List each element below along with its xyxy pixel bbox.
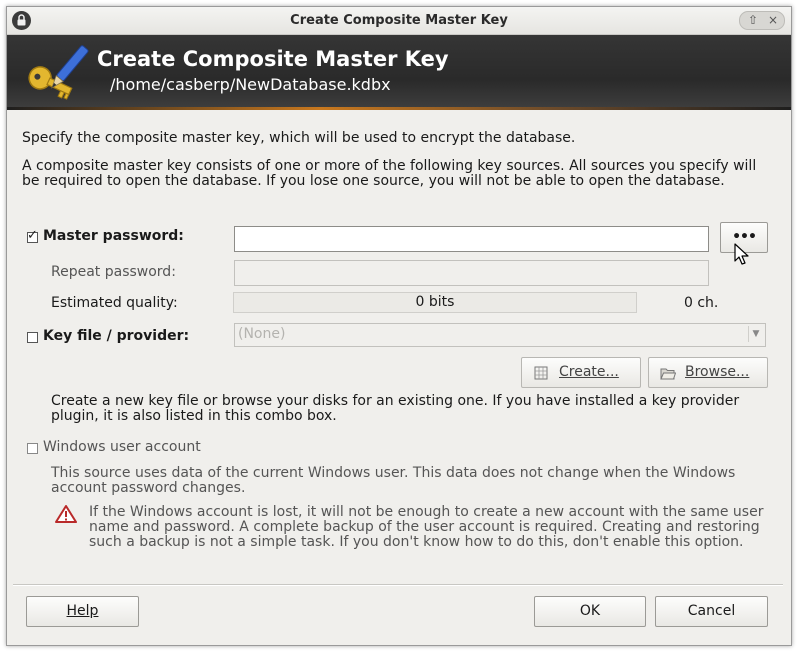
master-password-label[interactable]: Master password: xyxy=(43,228,184,244)
key-file-help-2: plugin, it is also listed in this combo … xyxy=(51,408,337,424)
windows-user-desc-2: account password changes. xyxy=(51,480,246,496)
create-key-file-button[interactable]: Create... xyxy=(521,357,641,388)
windows-user-label[interactable]: Windows user account xyxy=(43,439,201,455)
banner-title: Create Composite Master Key xyxy=(97,47,449,71)
chevron-down-icon: ▼ xyxy=(748,326,763,342)
intro-text-2a: A composite master key consists of one o… xyxy=(22,158,757,174)
help-button-label: Help xyxy=(66,603,99,619)
dialog-window: Create Composite Master Key ⇧ × Create C… xyxy=(6,6,792,646)
header-banner: Create Composite Master Key /home/casber… xyxy=(7,35,791,110)
ok-button[interactable]: OK xyxy=(534,596,646,627)
character-count: 0 ch. xyxy=(684,295,719,311)
intro-text: Specify the composite master key, which … xyxy=(22,130,576,146)
estimated-quality-label: Estimated quality: xyxy=(51,295,178,311)
browse-button-label: Browse... xyxy=(685,364,750,380)
window-title: Create Composite Master Key xyxy=(290,13,508,28)
windows-user-checkbox[interactable] xyxy=(27,443,38,454)
title-bar[interactable]: Create Composite Master Key ⇧ × xyxy=(7,7,791,35)
warning-text-1: If the Windows account is lost, it will … xyxy=(89,504,764,520)
close-button[interactable]: × xyxy=(768,13,778,27)
key-file-selected: (None) xyxy=(238,326,286,342)
cancel-button[interactable]: Cancel xyxy=(655,596,768,627)
database-path: /home/casberp/NewDatabase.kdbx xyxy=(110,75,391,94)
warning-icon xyxy=(55,505,77,523)
intro-text-2b: be required to open the database. If you… xyxy=(22,173,725,189)
key-file-checkbox[interactable] xyxy=(27,332,38,343)
key-file-label[interactable]: Key file / provider: xyxy=(43,328,189,344)
key-pen-icon xyxy=(28,45,89,100)
warning-text-2: name and password. A complete backup of … xyxy=(89,519,760,535)
key-file-combo[interactable]: (None) ▼ xyxy=(234,323,766,347)
window-controls: ⇧ × xyxy=(739,11,785,30)
help-button[interactable]: Help xyxy=(26,596,139,627)
banner-accent xyxy=(7,107,791,110)
folder-icon xyxy=(660,368,676,380)
footer-divider xyxy=(13,584,783,586)
warning-text-3: such a backup is not a simple task. If y… xyxy=(89,534,744,550)
ok-button-label: OK xyxy=(579,603,601,619)
windows-user-desc-1: This source uses data of the current Win… xyxy=(51,465,736,481)
key-file-help-1: Create a new key file or browse your dis… xyxy=(51,393,740,409)
master-password-input[interactable] xyxy=(234,226,709,252)
checkmark-icon: ✓ xyxy=(27,228,38,243)
repeat-password-input[interactable] xyxy=(234,260,709,286)
grid-icon xyxy=(534,366,548,380)
create-button-label: Create... xyxy=(559,364,619,380)
quality-value: 0 bits xyxy=(415,294,455,310)
maximize-button[interactable]: ⇧ xyxy=(748,13,758,27)
browse-key-file-button[interactable]: Browse... xyxy=(648,357,768,388)
quality-progress-bar: 0 bits xyxy=(233,292,637,313)
repeat-password-label: Repeat password: xyxy=(51,264,176,280)
cancel-button-label: Cancel xyxy=(687,603,736,619)
mouse-pointer-icon xyxy=(734,243,749,265)
master-password-checkbox[interactable]: ✓ xyxy=(27,228,38,243)
